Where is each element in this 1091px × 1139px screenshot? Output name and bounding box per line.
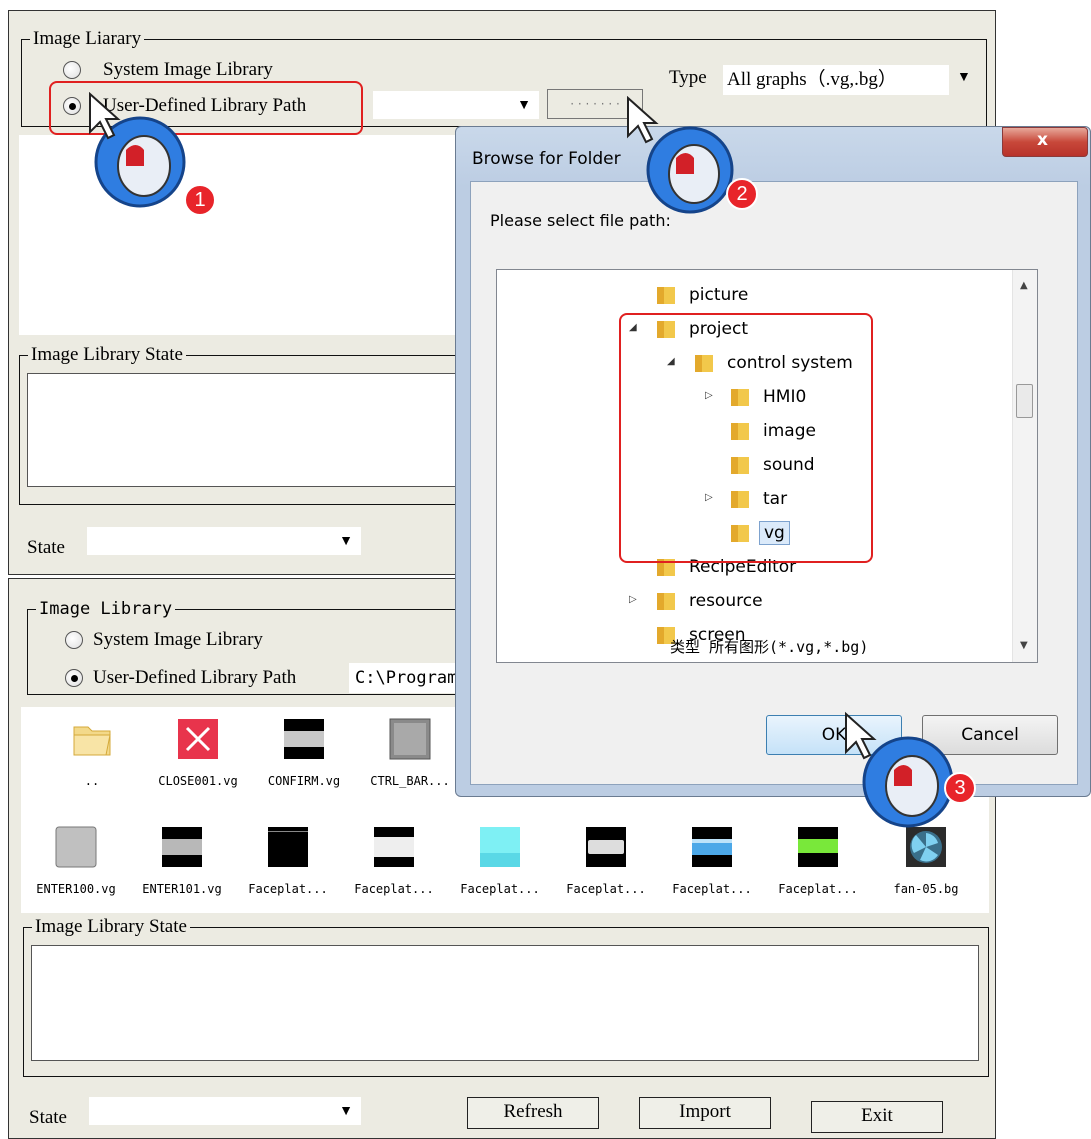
state-label: State xyxy=(27,537,65,558)
mouse-cursor-icon xyxy=(627,95,734,214)
chevron-down-icon: ▼ xyxy=(517,98,531,113)
close-button[interactable]: x xyxy=(1002,127,1088,157)
type-chevron-down-icon[interactable]: ▼ xyxy=(957,71,971,85)
icon-cell[interactable]: ENTER100.vg xyxy=(23,825,129,896)
ctrl-bar-icon xyxy=(389,718,431,760)
black-white-faceplate-icon xyxy=(586,827,626,867)
system-library-radio[interactable] xyxy=(65,631,83,649)
icon-cell[interactable]: Faceplat... xyxy=(553,825,659,896)
image-library-legend: Image Library xyxy=(36,598,176,620)
icon-caption: Faceplat... xyxy=(354,882,434,896)
icon-caption: .. xyxy=(84,774,100,788)
step-badge: 3 xyxy=(944,772,976,804)
icon-caption: CTRL_BAR... xyxy=(370,774,450,788)
refresh-button[interactable]: Refresh xyxy=(467,1097,599,1129)
user-path-radio[interactable] xyxy=(65,669,83,687)
system-library-label: System Image Library xyxy=(103,59,273,80)
type-label: Type xyxy=(669,67,707,88)
gray-button-icon xyxy=(55,826,97,868)
icon-caption: Faceplat... xyxy=(566,882,646,896)
icon-caption: Faceplat... xyxy=(248,882,328,896)
scroll-up-icon[interactable]: ▲ xyxy=(1020,280,1028,291)
step-3-cursor: 3 xyxy=(838,708,998,838)
type-value: All graphs（.vg,.bg） xyxy=(727,69,897,90)
state-legend: Image Library State xyxy=(32,916,190,938)
blue-faceplate-icon xyxy=(692,827,732,867)
icon-caption: Faceplat... xyxy=(460,882,540,896)
icon-cell[interactable]: Faceplat... xyxy=(235,825,341,896)
icon-cell[interactable]: ENTER101.vg xyxy=(129,825,235,896)
white-faceplate-icon xyxy=(374,827,414,867)
folder-icon xyxy=(657,287,675,304)
mouse-cursor-icon xyxy=(845,711,954,828)
icon-cell[interactable]: .. xyxy=(39,717,145,788)
icon-caption: ENTER100.vg xyxy=(36,882,116,896)
system-library-radio[interactable] xyxy=(63,61,81,79)
icon-caption: Faceplat... xyxy=(672,882,752,896)
scroll-down-icon[interactable]: ▼ xyxy=(1020,640,1028,651)
tree-scrollbar[interactable]: ▲ ▼ xyxy=(1012,270,1037,662)
bleed-type-text: 类型 所有图形(*.vg,*.bg) xyxy=(670,638,869,656)
icon-cell[interactable]: Faceplat... xyxy=(447,825,553,896)
black-faceplate-icon xyxy=(268,827,308,867)
confirm-bar-icon xyxy=(284,719,324,759)
icon-caption: fan-05.bg xyxy=(893,882,959,896)
icon-caption: CLOSE001.vg xyxy=(158,774,238,788)
collapsed-arrow-icon[interactable]: ▷ xyxy=(629,594,637,605)
black-gray-button-icon xyxy=(162,827,202,867)
tree-selection-highlight xyxy=(619,313,873,563)
step-badge: 2 xyxy=(726,178,758,210)
user-path-dropdown[interactable]: ▼ xyxy=(373,91,539,119)
exit-button[interactable]: Exit xyxy=(811,1101,943,1133)
icon-cell[interactable]: CONFIRM.vg xyxy=(251,717,357,788)
chevron-down-icon: ▼ xyxy=(339,1104,353,1119)
tree-item-label: resource xyxy=(689,591,763,611)
step-1-cursor: 1 xyxy=(78,91,238,222)
icon-cell[interactable]: CTRL_BAR... xyxy=(357,717,463,788)
icon-cell[interactable]: CLOSE001.vg xyxy=(145,717,251,788)
folder-icon xyxy=(657,593,675,610)
import-button[interactable]: Import xyxy=(639,1097,771,1129)
dialog-title: Browse for Folder xyxy=(472,149,621,169)
icon-cell[interactable]: Faceplat... xyxy=(341,825,447,896)
close-icon: x xyxy=(1037,130,1048,150)
scroll-thumb[interactable] xyxy=(1016,384,1033,418)
state-label: State xyxy=(29,1107,67,1128)
icon-caption: ENTER101.vg xyxy=(142,882,222,896)
tree-item-label: picture xyxy=(689,285,749,305)
user-path-label: User-Defined Library Path xyxy=(93,667,297,688)
cyan-faceplate-icon xyxy=(480,827,520,867)
image-library-legend: Image Liarary xyxy=(30,28,145,50)
state-legend: Image Library State xyxy=(28,344,186,366)
green-faceplate-icon xyxy=(798,827,838,867)
close-x-icon xyxy=(178,719,218,759)
step-2-cursor: 2 xyxy=(620,95,780,226)
state-text-area xyxy=(31,945,979,1061)
step-badge: 1 xyxy=(184,184,216,216)
icon-cell[interactable]: Faceplat... xyxy=(659,825,765,896)
folder-icon xyxy=(73,726,111,756)
state-dropdown[interactable]: ▼ xyxy=(89,1097,361,1125)
type-dropdown[interactable]: All graphs（.vg,.bg） xyxy=(723,65,949,95)
system-library-label: System Image Library xyxy=(93,629,263,650)
icon-caption: CONFIRM.vg xyxy=(267,774,341,788)
icon-caption: Faceplat... xyxy=(778,882,858,896)
state-dropdown[interactable]: ▼ xyxy=(87,527,361,555)
chevron-down-icon: ▼ xyxy=(339,534,353,549)
